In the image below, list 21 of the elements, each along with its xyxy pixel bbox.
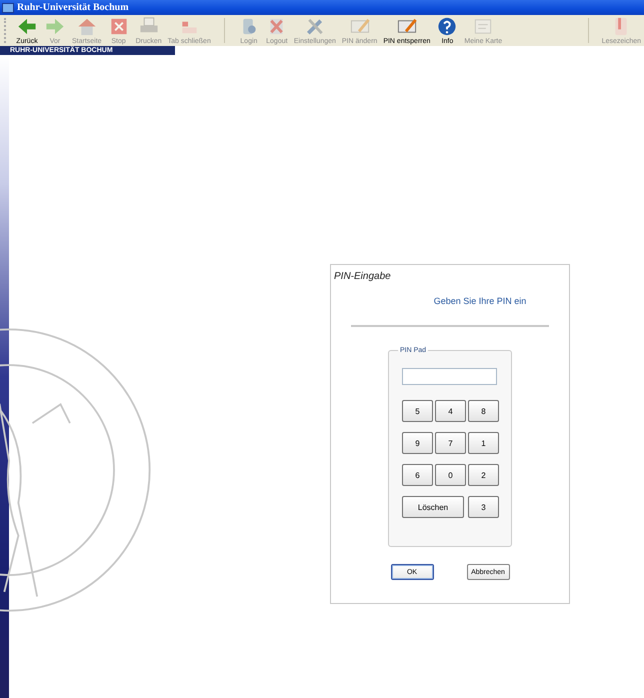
house-icon bbox=[76, 16, 98, 37]
keypad-button[interactable]: 5 bbox=[402, 400, 433, 422]
arrow-left-icon bbox=[16, 16, 38, 37]
prompt-text: Geben Sie Ihre PIN ein bbox=[434, 296, 526, 306]
window-title: Ruhr-Universität Bochum bbox=[17, 2, 129, 13]
help-icon bbox=[436, 16, 458, 37]
pin-input-field[interactable] bbox=[402, 368, 497, 385]
keypad-button[interactable]: 0 bbox=[435, 464, 466, 486]
keypad-button[interactable]: 9 bbox=[402, 432, 433, 454]
keypad-button[interactable]: 4 bbox=[435, 400, 466, 422]
keypad-button[interactable]: Löschen bbox=[402, 496, 464, 518]
keypad-button[interactable]: 1 bbox=[468, 432, 499, 454]
keypad-button[interactable]: 3 bbox=[468, 496, 499, 518]
keypad-button[interactable]: 7 bbox=[435, 432, 466, 454]
keypad-button[interactable]: 2 bbox=[468, 464, 499, 486]
toolbar-grip[interactable] bbox=[4, 18, 9, 43]
dialog-title: PIN-Eingabe bbox=[334, 271, 391, 282]
keypad-button[interactable]: 8 bbox=[468, 400, 499, 422]
arrow-right-icon bbox=[44, 16, 66, 37]
keypad-button[interactable]: 6 bbox=[402, 464, 433, 486]
app-icon bbox=[2, 2, 14, 12]
